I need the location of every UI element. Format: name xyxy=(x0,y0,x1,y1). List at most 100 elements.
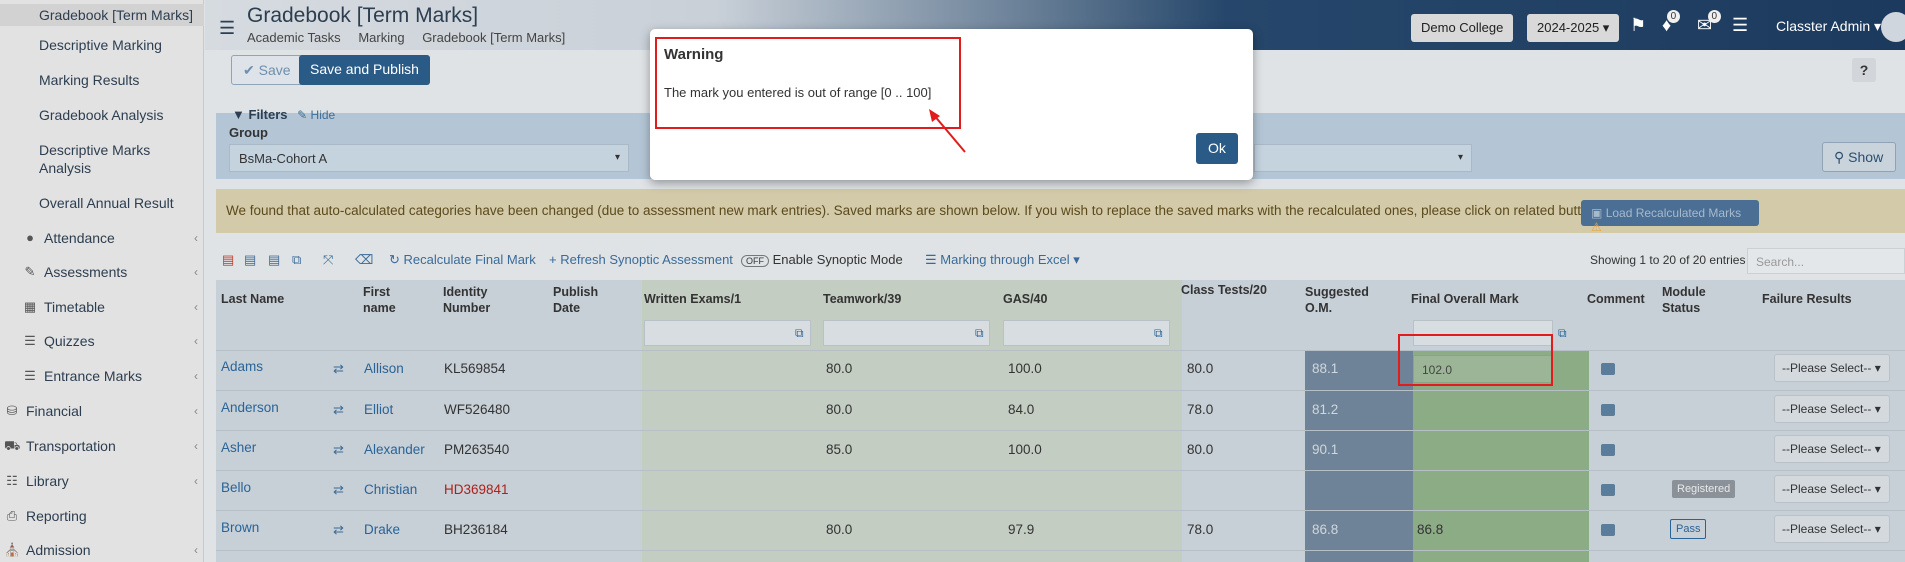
breadcrumb-item[interactable]: Academic Tasks xyxy=(247,30,341,45)
pdf-icon[interactable]: ▤ xyxy=(222,252,234,268)
shuffle-icon[interactable]: ⇄ xyxy=(333,361,344,377)
header-class-tests[interactable]: Class Tests/20 xyxy=(1181,282,1267,298)
header-last-name[interactable]: Last Name xyxy=(221,291,284,307)
year-selector[interactable]: 2024-2025 ▾ xyxy=(1527,14,1620,42)
refresh-synoptic-button[interactable]: + Refresh Synoptic Assessment xyxy=(549,252,733,267)
last-name-link[interactable]: Adams xyxy=(221,359,263,374)
last-name-link[interactable]: Asher xyxy=(221,440,256,455)
header-final-overall-mark[interactable]: Final Overall Mark xyxy=(1411,291,1519,307)
shuffle-icon[interactable]: ⇄ xyxy=(333,522,344,538)
teamwork-filter-input[interactable] xyxy=(823,320,990,346)
show-button[interactable]: ⚲ Show xyxy=(1822,142,1896,172)
comment-icon[interactable] xyxy=(1601,363,1615,375)
group-select[interactable]: BsMa-Cohort A ▾ xyxy=(229,144,629,172)
envelope-icon[interactable]: ✉ 0 xyxy=(1697,10,1722,36)
chevron-left-icon: ‹ xyxy=(194,404,198,418)
header-first-name[interactable]: First name xyxy=(363,284,413,316)
comment-icon[interactable] xyxy=(1601,524,1615,536)
failure-results-select[interactable]: --Please Select-- ▾ xyxy=(1774,435,1890,463)
comment-icon[interactable] xyxy=(1601,444,1615,456)
chevron-left-icon: ‹ xyxy=(194,300,198,314)
sidebar-item-quizzes[interactable]: ☰ Quizzes ‹ xyxy=(0,326,204,356)
header-identity-number[interactable]: Identity Number xyxy=(443,284,503,316)
filters-title[interactable]: ▼ Filters ✎ Hide xyxy=(232,107,335,122)
save-button[interactable]: ✔ Save xyxy=(231,55,303,85)
compress-icon[interactable]: ⤧ xyxy=(323,252,333,268)
sidebar-item-entrance-marks[interactable]: ☰ Entrance Marks ‹ xyxy=(0,361,204,391)
failure-results-select[interactable]: --Please Select-- ▾ xyxy=(1774,475,1890,503)
caret-down-icon: ▾ xyxy=(1602,20,1610,35)
last-name-link[interactable]: Bello xyxy=(221,480,251,495)
sidebar-item-library[interactable]: ☷ Library ‹ xyxy=(0,466,204,496)
sidebar-item-reporting[interactable]: ⎙ Reporting xyxy=(0,501,204,531)
hamburger-menu-icon[interactable]: ☰ xyxy=(219,18,235,39)
first-name-link[interactable]: Allison xyxy=(364,361,404,376)
ok-button[interactable]: Ok xyxy=(1196,133,1238,164)
header-module-status[interactable]: Module Status xyxy=(1662,284,1712,316)
identity-number: PM263540 xyxy=(444,442,510,457)
synoptic-mode-toggle[interactable]: OFF Enable Synoptic Mode xyxy=(741,252,903,267)
marking-excel-dropdown[interactable]: ☰ Marking through Excel ▾ xyxy=(925,252,1080,268)
header-teamwork[interactable]: Teamwork/39 xyxy=(823,291,901,307)
hide-filters-link[interactable]: ✎ Hide xyxy=(297,108,335,122)
table-search-input[interactable]: Search... xyxy=(1747,248,1905,274)
document-icon[interactable]: ▤ xyxy=(268,252,280,268)
shuffle-icon[interactable]: ⇄ xyxy=(333,442,344,458)
shuffle-icon[interactable]: ⇄ xyxy=(333,482,344,498)
header-failure-results[interactable]: Failure Results xyxy=(1762,291,1852,307)
sidebar-item-descriptive-marks-analysis[interactable]: Descriptive Marks Analysis xyxy=(0,141,170,177)
header-publish-date[interactable]: Publish Date xyxy=(553,284,603,316)
filter-select[interactable]: ▾ xyxy=(1254,144,1472,172)
header-suggested-om[interactable]: Suggested O.M. xyxy=(1305,284,1373,316)
failure-results-select[interactable]: --Please Select-- ▾ xyxy=(1774,395,1890,423)
first-name-link[interactable]: Alexander xyxy=(364,442,425,457)
user-menu[interactable]: Classter Admin ▾ xyxy=(1776,18,1881,35)
sidebar-item-overall-annual-result[interactable]: Overall Annual Result xyxy=(0,194,204,212)
avatar[interactable] xyxy=(1881,12,1905,42)
sidebar-item-attendance[interactable]: ● Attendance ‹ xyxy=(0,223,204,253)
sidebar-item-transportation[interactable]: ⛟ Transportation ‹ xyxy=(0,431,204,461)
sidebar-item-admission[interactable]: ⛪ Admission ‹ xyxy=(0,535,204,562)
sidebar-item-assessments[interactable]: ✎ Assessments ‹ xyxy=(0,257,204,287)
check-icon: ✔ xyxy=(243,62,255,78)
eraser-icon[interactable]: ⌫ xyxy=(355,252,373,268)
filter-icon: ▼ xyxy=(232,107,245,122)
header-gas[interactable]: GAS/40 xyxy=(1003,291,1047,307)
notification-count: 0 xyxy=(1666,10,1681,23)
comment-icon[interactable] xyxy=(1601,404,1615,416)
sidebar-item-financial[interactable]: ⛁ Financial ‹ xyxy=(0,396,204,426)
first-name-link[interactable]: Drake xyxy=(364,522,400,537)
failure-results-select[interactable]: --Please Select-- ▾ xyxy=(1774,354,1890,382)
flag-icon[interactable]: ⚑ xyxy=(1630,15,1646,36)
sidebar-item-marking-results[interactable]: Marking Results xyxy=(0,71,204,89)
load-recalculated-marks-button[interactable]: ▣ Load Recalculated Marks ⚠ xyxy=(1581,200,1759,234)
first-name-link[interactable]: Elliot xyxy=(364,402,393,417)
shuffle-icon[interactable]: ⇄ xyxy=(333,402,344,418)
sidebar-item-descriptive-marking[interactable]: Descriptive Marking xyxy=(0,36,204,54)
last-name-link[interactable]: Brown xyxy=(221,520,259,535)
file-icon[interactable]: ▤ xyxy=(244,252,256,268)
first-name-link[interactable]: Christian xyxy=(364,482,417,497)
copy-icon[interactable]: ⧉ xyxy=(1558,326,1567,341)
copy-icon[interactable]: ⧉ xyxy=(975,326,984,341)
sidebar-item-gradebook-term-marks[interactable]: Gradebook [Term Marks] xyxy=(0,4,204,26)
sidebar-item-timetable[interactable]: ▦ Timetable ‹ xyxy=(0,292,204,322)
copy-icon[interactable]: ⧉ xyxy=(1154,326,1163,341)
sidebar-item-gradebook-analysis[interactable]: Gradebook Analysis xyxy=(0,106,204,124)
help-button[interactable]: ? xyxy=(1852,58,1876,82)
save-and-publish-button[interactable]: Save and Publish xyxy=(299,55,430,85)
layers-icon[interactable]: ☰ xyxy=(1732,15,1748,36)
breadcrumb-item[interactable]: Marking xyxy=(358,30,404,45)
college-selector[interactable]: Demo College xyxy=(1411,14,1514,42)
comment-icon[interactable] xyxy=(1601,484,1615,496)
bell-icon[interactable]: ♦ 0 xyxy=(1662,10,1681,36)
failure-results-select[interactable]: --Please Select-- ▾ xyxy=(1774,515,1890,543)
gas-filter-input[interactable] xyxy=(1003,320,1170,346)
header-written-exams[interactable]: Written Exams/1 xyxy=(644,291,741,307)
copy-icon[interactable]: ⧉ xyxy=(795,326,804,341)
written-filter-input[interactable] xyxy=(644,320,811,346)
header-comment[interactable]: Comment xyxy=(1587,291,1645,307)
copy-icon[interactable]: ⧉ xyxy=(292,252,301,268)
last-name-link[interactable]: Anderson xyxy=(221,400,279,415)
recalculate-final-mark-button[interactable]: ↻ Recalculate Final Mark xyxy=(389,252,536,268)
